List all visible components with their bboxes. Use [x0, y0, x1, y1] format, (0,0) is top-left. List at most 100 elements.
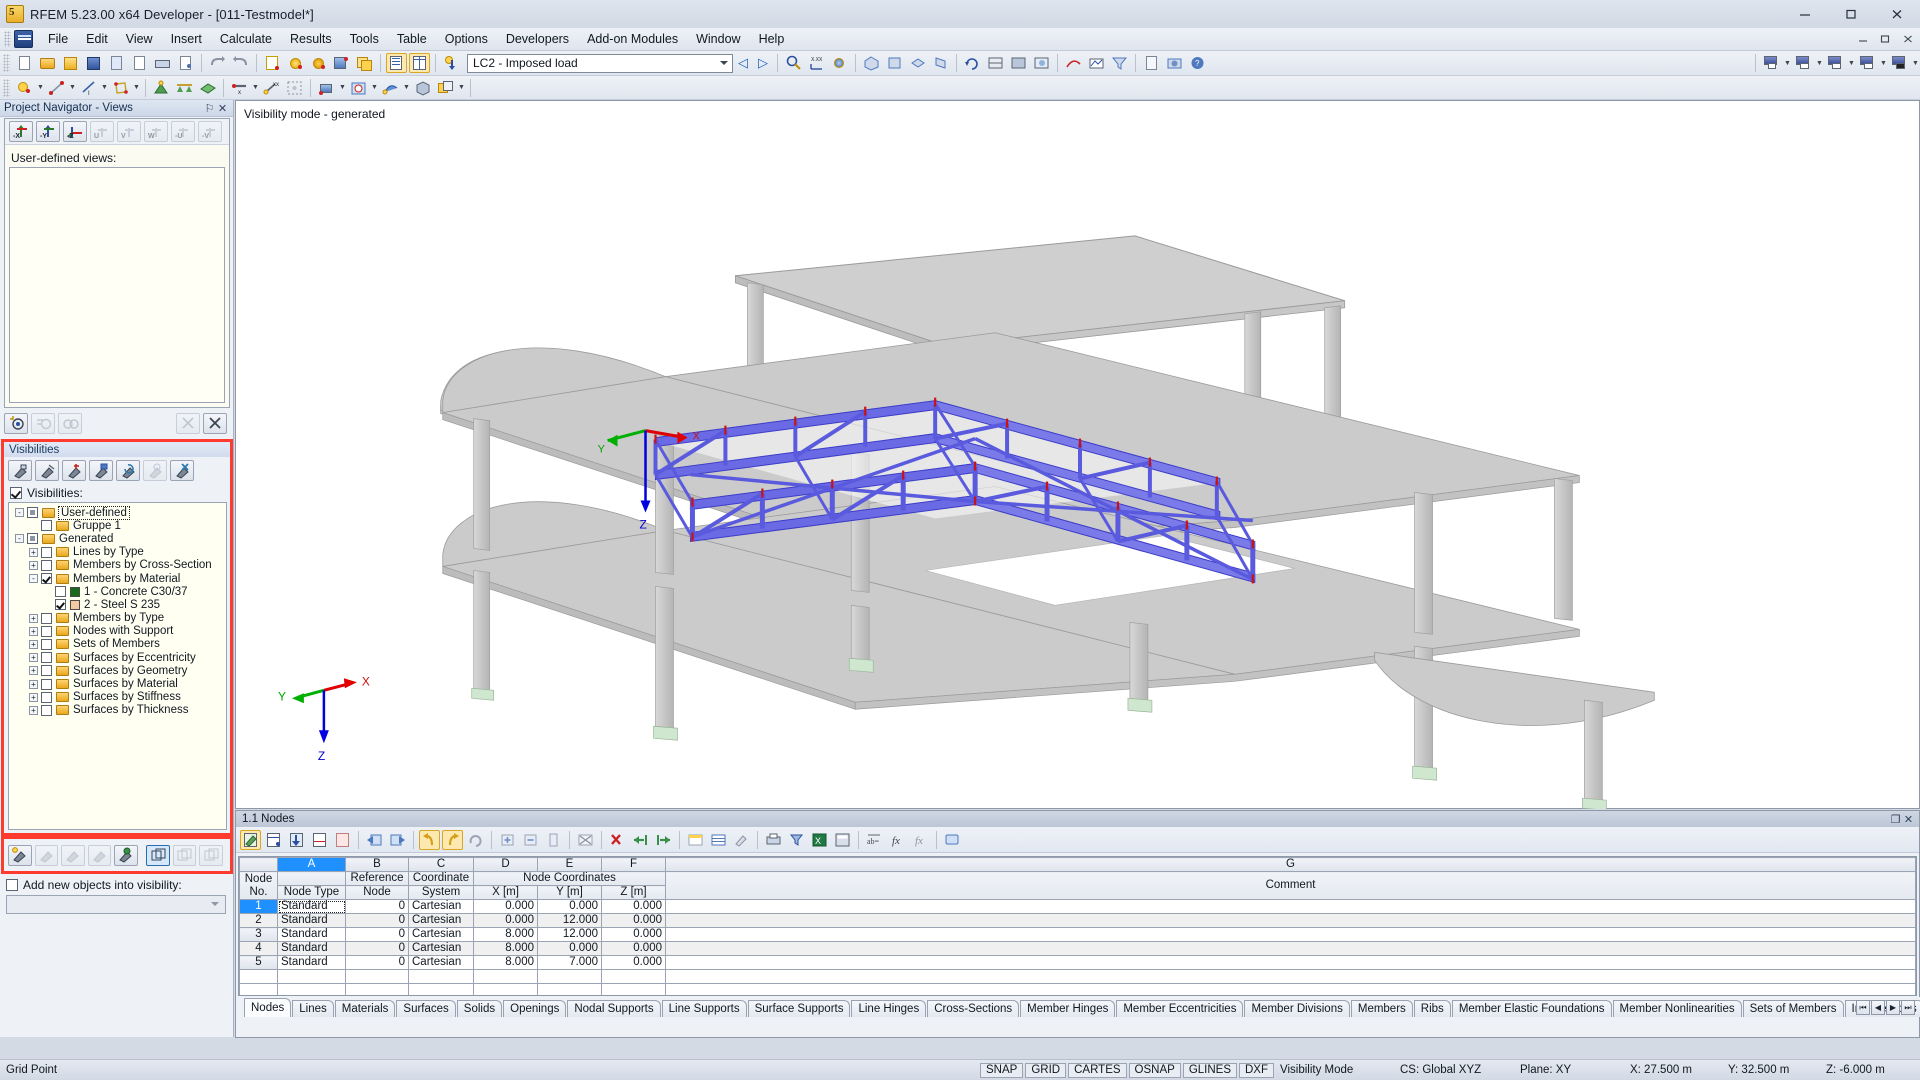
insert-nodal-load-dropdown[interactable]: ▼: [402, 78, 411, 98]
screenshot-icon[interactable]: [1164, 53, 1185, 73]
table-rename-icon[interactable]: ab=: [864, 830, 885, 850]
table-edit-icon[interactable]: [240, 829, 261, 850]
table-row[interactable]: 1 Standard 0 Cartesian 0.000 0.000 0.000: [239, 899, 1916, 914]
col-letter-c[interactable]: C: [408, 857, 474, 872]
collapse-icon[interactable]: -: [29, 574, 38, 584]
visibility-tree-item[interactable]: 1 - Concrete C30/37: [9, 585, 226, 599]
table-tab-ribs[interactable]: Ribs: [1413, 1000, 1451, 1017]
visibility-tree-item[interactable]: - Members by Material: [9, 571, 226, 586]
insert-node-dropdown[interactable]: ▼: [36, 78, 45, 98]
mdi-minimize-button[interactable]: [1852, 30, 1874, 48]
transparency-icon[interactable]: [1031, 53, 1052, 73]
insert-member-icon[interactable]: x: [229, 78, 250, 98]
menu-item-window[interactable]: Window: [687, 29, 749, 49]
insert-line-dropdown[interactable]: ▼: [68, 78, 77, 98]
cell-z[interactable]: 0.000: [601, 927, 666, 942]
load-case-icon[interactable]: [441, 53, 462, 73]
table-insert-row-icon[interactable]: [263, 830, 284, 850]
empty-cell[interactable]: [473, 969, 538, 984]
view-v-button[interactable]: V: [117, 121, 141, 142]
visibility-tree-item[interactable]: - User-defined: [9, 505, 226, 520]
cell-reference-node[interactable]: 0: [345, 955, 409, 970]
cell-coordinate-system[interactable]: Cartesian: [408, 913, 474, 928]
table-format-icon[interactable]: [708, 830, 729, 850]
pin-icon[interactable]: ⚐: [203, 102, 216, 115]
status-glines-toggle[interactable]: GLINES: [1182, 1062, 1237, 1078]
structural-model-render[interactable]: X Y Z X Y Z: [236, 101, 1919, 810]
menu-item-developers[interactable]: Developers: [497, 29, 578, 49]
menu-item-view[interactable]: View: [117, 29, 162, 49]
visibilities-tree[interactable]: - User-defined Gruppe 1 - Generated + Lines by…: [8, 502, 227, 830]
table-tab-surface-supports[interactable]: Surface Supports: [747, 1000, 851, 1017]
cell-coordinate-system[interactable]: Cartesian: [408, 927, 474, 942]
insert-dimension-dropdown[interactable]: ▼: [100, 78, 109, 98]
cell-comment[interactable]: [665, 899, 1916, 914]
cell-comment[interactable]: [665, 913, 1916, 928]
table-next-button[interactable]: ▶: [1886, 1000, 1900, 1015]
visibility-item-checkbox[interactable]: [41, 665, 52, 677]
add-new-objects-select[interactable]: [6, 895, 226, 914]
expand-icon[interactable]: +: [29, 653, 38, 663]
expand-icon[interactable]: +: [29, 692, 38, 702]
visibility-clear-icon[interactable]: [34, 844, 59, 866]
visibility-tree-item[interactable]: + Lines by Type: [9, 546, 226, 559]
table-tab-solids[interactable]: Solids: [456, 1000, 503, 1017]
cell-y[interactable]: 7.000: [537, 955, 602, 970]
col-letter-0[interactable]: [239, 857, 278, 872]
visibility-item-checkbox[interactable]: [55, 599, 66, 611]
view-u-button[interactable]: U: [90, 121, 114, 142]
row-number-cell[interactable]: 4: [239, 941, 278, 956]
table-first-button[interactable]: ⏮: [1856, 1000, 1870, 1015]
add-new-objects-row[interactable]: Add new objects into visibility:: [6, 878, 228, 892]
visibility-item-checkbox[interactable]: [41, 573, 52, 585]
next-load-case-button[interactable]: ▷: [753, 55, 773, 71]
cell-coordinate-system[interactable]: Cartesian: [408, 941, 474, 956]
insert-line-icon[interactable]: [46, 78, 67, 98]
visibility-tree-item[interactable]: + Sets of Members: [9, 638, 226, 651]
cell-x[interactable]: 8.000: [473, 927, 538, 942]
table-prev-button[interactable]: ◀: [1871, 1000, 1885, 1015]
rotate-icon[interactable]: [962, 53, 983, 73]
view-minus-z-button[interactable]: -Z: [63, 121, 87, 142]
undo-icon[interactable]: [207, 53, 228, 73]
table-row[interactable]: 2 Standard 0 Cartesian 0.000 12.000 0.000: [239, 913, 1916, 928]
shading-icon[interactable]: [1008, 53, 1029, 73]
insert-copy-object-dropdown[interactable]: ▼: [457, 78, 466, 98]
table-tab-sets-of-members[interactable]: Sets of Members: [1742, 1000, 1844, 1017]
window-view-3-dropdown[interactable]: ▼: [1847, 53, 1856, 73]
table-column-settings-icon[interactable]: [685, 830, 706, 850]
expand-icon[interactable]: +: [29, 560, 38, 570]
menu-item-results[interactable]: Results: [281, 29, 341, 49]
table-cancel-icon[interactable]: [575, 830, 596, 850]
user-defined-views-list[interactable]: [9, 167, 225, 403]
redo-icon[interactable]: [230, 53, 251, 73]
insert-opening-icon[interactable]: [348, 78, 369, 98]
mdi-restore-button[interactable]: [1874, 30, 1896, 48]
table-calculator-icon[interactable]: [832, 830, 853, 850]
visibility-tree-item[interactable]: + Nodes with Support: [9, 625, 226, 638]
empty-cell[interactable]: [277, 983, 346, 995]
window-view-3-icon[interactable]: [1825, 53, 1846, 73]
insert-polyline-icon[interactable]: [110, 78, 131, 98]
window-view-2-icon[interactable]: [1793, 53, 1814, 73]
col-letter-a[interactable]: A: [277, 857, 346, 872]
col-letter-e[interactable]: E: [537, 857, 602, 872]
zoom-icon[interactable]: [783, 53, 804, 73]
cell-z[interactable]: 0.000: [601, 899, 666, 914]
visibility-set-current-icon[interactable]: [8, 844, 32, 866]
empty-cell[interactable]: [537, 983, 602, 995]
visibility-select-icon[interactable]: [89, 460, 113, 481]
insert-toolbar-grip-handle[interactable]: [3, 78, 10, 97]
table-filter-icon[interactable]: [786, 830, 807, 850]
visibility-new-icon[interactable]: [8, 460, 32, 481]
table-function-icon[interactable]: fx: [887, 830, 908, 850]
expand-icon[interactable]: +: [29, 613, 38, 623]
empty-cell[interactable]: [601, 983, 666, 995]
cell-comment[interactable]: [665, 955, 1916, 970]
empty-cell[interactable]: [408, 983, 474, 995]
visibility-item-checkbox[interactable]: [41, 704, 52, 716]
window-view-2-dropdown[interactable]: ▼: [1815, 53, 1824, 73]
cell-node-type[interactable]: Standard: [277, 941, 346, 956]
view-w-button[interactable]: W: [144, 121, 168, 142]
cell-y[interactable]: 12.000: [537, 913, 602, 928]
